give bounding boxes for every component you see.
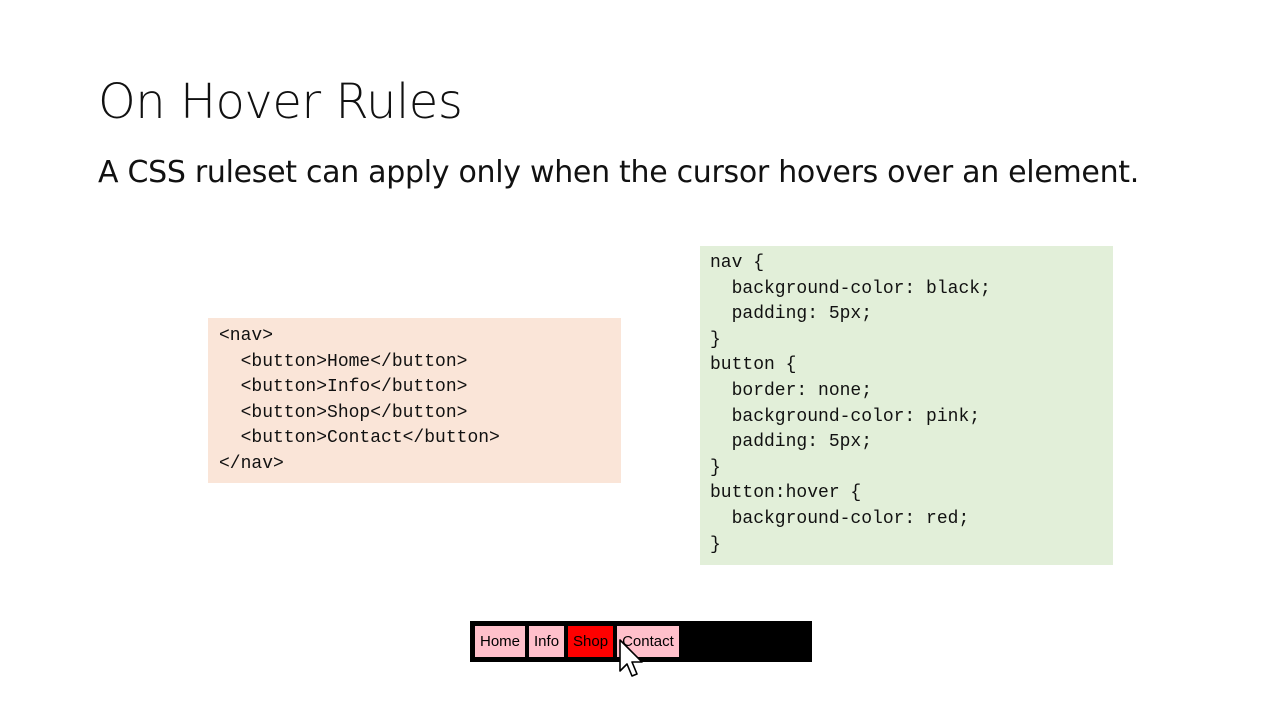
demo-button-home[interactable]: Home — [475, 626, 526, 657]
slide-subtitle: A CSS ruleset can apply only when the cu… — [98, 155, 1139, 190]
html-code-block: <nav> <button>Home</button> <button>Info… — [208, 318, 621, 483]
demo-button-shop[interactable]: Shop — [568, 626, 614, 657]
slide-title: On Hover Rules — [98, 74, 463, 130]
css-code-block: nav { background-color: black; padding: … — [700, 246, 1113, 565]
demo-button-info[interactable]: Info — [529, 626, 565, 657]
arrow-pointer-icon — [619, 639, 643, 677]
